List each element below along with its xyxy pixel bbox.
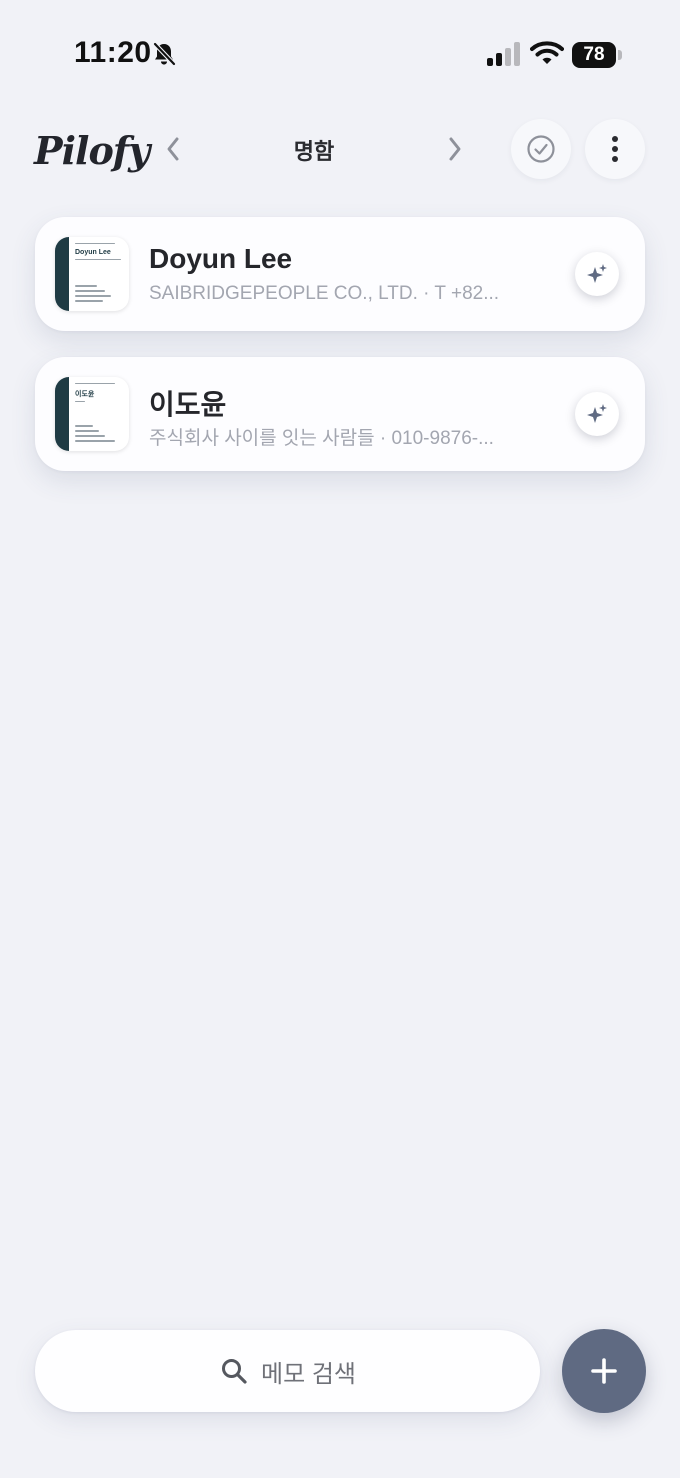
ai-sparkle-button[interactable] [575, 392, 619, 436]
card-subtitle: SAIBRIDGEPEOPLE CO., LTD. · T +82... [149, 283, 500, 304]
thumbnail-line [75, 243, 115, 244]
thumbnail-stripe [55, 237, 69, 311]
more-options-button[interactable] [585, 119, 645, 179]
thumbnail-name: Doyun Lee [75, 249, 111, 256]
thumbnail-line [75, 425, 93, 427]
card-thumbnail: 이도윤 [55, 377, 129, 451]
thumbnail-line [75, 285, 97, 287]
thumbnail-line [75, 401, 85, 402]
battery-tip [618, 50, 622, 60]
thumbnail-line [75, 430, 99, 432]
page-title: 명함 [293, 139, 335, 164]
thumbnail-line [75, 290, 105, 292]
status-bar: 11:20 78 [0, 0, 680, 110]
check-circle-icon [527, 135, 555, 163]
ai-sparkle-button[interactable] [575, 252, 619, 296]
card-title: Doyun Lee [149, 243, 293, 274]
card-title: 이도윤 [149, 389, 227, 420]
next-category-button[interactable] [438, 132, 472, 166]
chevron-right-icon [449, 137, 461, 161]
chevron-left-icon [167, 137, 179, 161]
card-thumbnail: Doyun Lee [55, 237, 129, 311]
thumbnail-line [75, 440, 115, 442]
thumbnail-line [75, 435, 105, 437]
battery-icon: 78 [572, 42, 622, 68]
thumbnail-line [75, 383, 115, 384]
search-placeholder: 메모 검색 [261, 1360, 356, 1388]
wifi-icon [530, 41, 564, 64]
select-button[interactable] [511, 119, 571, 179]
add-card-button[interactable] [562, 1329, 646, 1413]
thumbnail-line [75, 259, 121, 260]
thumbnail-name: 이도윤 [75, 391, 95, 398]
status-time: 11:20 [74, 36, 152, 69]
memo-search-input[interactable]: 메모 검색 [35, 1330, 540, 1412]
screen: 11:20 78 Pilofy 명함 Doyun Lee Doyun Lee S… [0, 0, 680, 1478]
thumbnail-stripe [55, 377, 69, 451]
app-logo: Pilofy [34, 128, 150, 173]
business-card-item[interactable]: Doyun Lee Doyun Lee SAIBRIDGEPEOPLE CO.,… [35, 217, 645, 331]
thumbnail-line [75, 300, 103, 302]
more-vertical-icon [612, 136, 618, 162]
battery-level: 78 [572, 42, 616, 68]
thumbnail-line [75, 295, 111, 297]
sparkle-icon [587, 264, 607, 283]
signal-icon [487, 42, 520, 66]
plus-icon [591, 1358, 617, 1384]
card-subtitle: 주식회사 사이를 잇는 사람들 · 010-9876-... [149, 428, 494, 449]
business-card-item[interactable]: 이도윤 이도윤 주식회사 사이를 잇는 사람들 · 010-9876-... [35, 357, 645, 471]
search-icon [219, 1356, 249, 1386]
bell-off-icon [153, 42, 176, 66]
previous-category-button[interactable] [156, 132, 190, 166]
sparkle-icon [587, 404, 607, 423]
